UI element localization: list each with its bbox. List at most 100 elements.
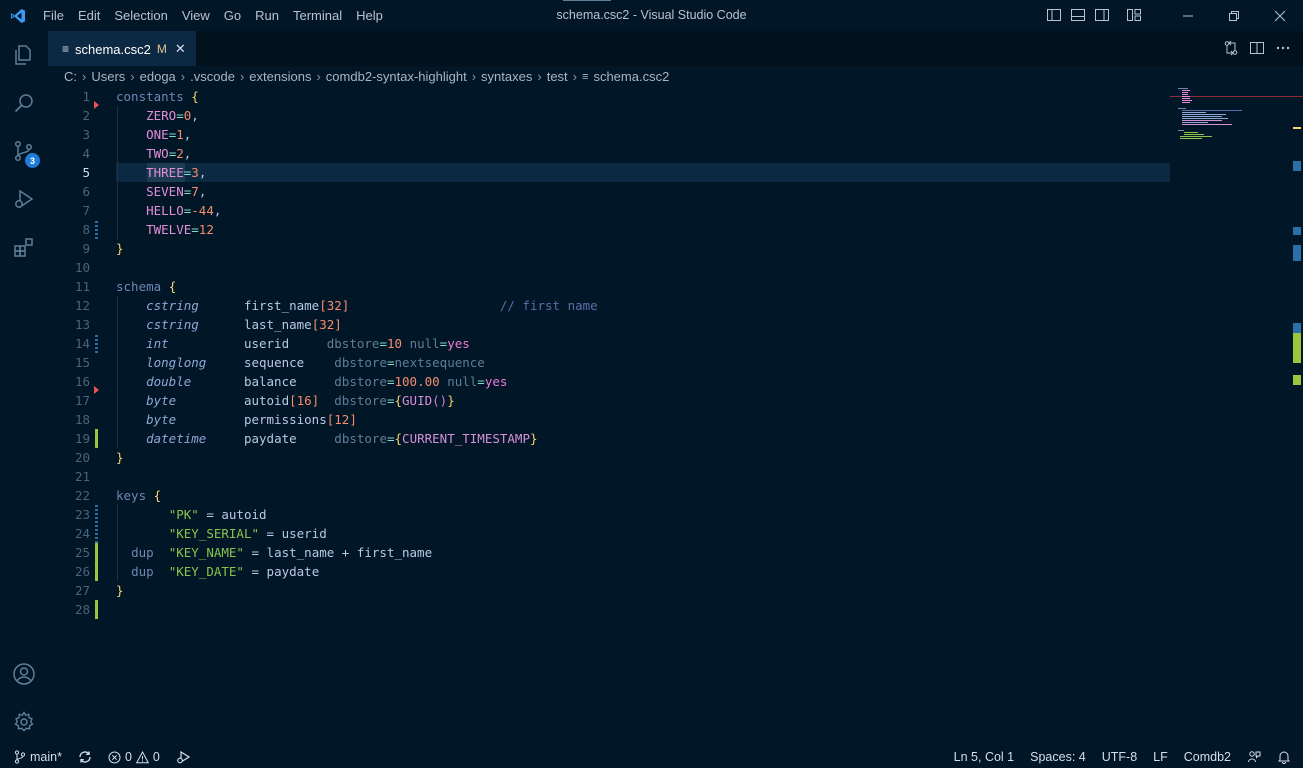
encoding[interactable]: UTF-8 — [1094, 746, 1145, 768]
extensions-icon[interactable] — [0, 223, 48, 271]
code-line-4: TWO=2, — [146, 146, 192, 161]
tab-label: schema.csc2 — [75, 41, 151, 57]
source-control-badge: 3 — [25, 153, 40, 168]
language-mode[interactable]: Comdb2 — [1176, 746, 1239, 768]
layout-controls — [1045, 6, 1143, 24]
feedback-icon[interactable] — [1239, 746, 1269, 768]
toggle-primary-sidebar-icon[interactable] — [1045, 6, 1063, 24]
vscode-logo-icon — [0, 0, 36, 31]
code-line-18: byte permissions[12] — [146, 412, 357, 427]
error-icon — [108, 751, 121, 763]
settings-gear-icon[interactable] — [0, 698, 48, 746]
code-editor[interactable]: 1 2 3 4 5 6 7 8 9 10 11 12 13 14 15 16 1… — [48, 87, 1303, 746]
line-number: 3 — [82, 127, 90, 142]
breadcrumb-syntaxes[interactable]: syntaxes — [481, 69, 532, 84]
restore-icon[interactable] — [1211, 0, 1257, 31]
file-lines-icon: ≡ — [582, 70, 589, 83]
git-added-marker[interactable] — [95, 429, 98, 448]
git-modified-marker[interactable] — [95, 220, 98, 239]
close-tab-icon[interactable]: ✕ — [175, 41, 186, 57]
git-deleted-marker[interactable] — [94, 386, 99, 394]
line-number-gutter: 1 2 3 4 5 6 7 8 9 10 11 12 13 14 15 16 1… — [48, 87, 100, 746]
breadcrumb-user[interactable]: edoga — [140, 69, 176, 84]
sync-icon[interactable] — [70, 746, 100, 768]
branch-indicator[interactable]: main* — [0, 746, 70, 768]
toggle-panel-icon[interactable] — [1069, 6, 1087, 24]
line-number: 24 — [74, 526, 90, 541]
explorer-icon[interactable] — [0, 31, 48, 79]
code-line-19: datetime paydate dbstore={CURRENT_TIMEST… — [146, 431, 538, 446]
open-changes-icon[interactable] — [1223, 39, 1239, 57]
code-area[interactable]: constants { ZERO=0, ONE=1, TWO=2, THREE=… — [116, 87, 1170, 746]
cursor-position[interactable]: Ln 5, Col 1 — [946, 746, 1022, 768]
chevron-right-icon: › — [130, 69, 135, 84]
minimap[interactable] — [1170, 87, 1303, 746]
code-line-11: schema { — [116, 279, 177, 294]
code-line-17: byte autoid[16] dbstore={GUID()} — [146, 393, 455, 408]
more-actions-icon[interactable] — [1275, 39, 1291, 57]
chevron-right-icon: › — [537, 69, 542, 84]
activity-bar: 3 — [0, 31, 48, 746]
line-number: 12 — [74, 298, 90, 313]
tab-bar: ≡ schema.csc2 M ✕ — [48, 31, 1303, 66]
code-line-6: SEVEN=7, — [146, 184, 207, 199]
line-number: 8 — [82, 222, 90, 237]
notifications-bell-icon[interactable] — [1269, 746, 1303, 768]
line-number: 4 — [82, 146, 90, 161]
window-controls — [1165, 0, 1303, 31]
line-number: 28 — [74, 602, 90, 617]
code-line-15: longlong sequence dbstore=nextsequence — [146, 355, 485, 370]
git-modified-marker[interactable] — [95, 334, 98, 353]
chevron-right-icon: › — [239, 69, 245, 84]
problems-indicator[interactable]: 0 0 — [100, 746, 168, 768]
close-window-icon[interactable] — [1257, 0, 1303, 31]
end-of-line[interactable]: LF — [1145, 746, 1176, 768]
customize-layout-icon[interactable] — [1125, 6, 1143, 24]
breadcrumb-users[interactable]: Users — [91, 69, 125, 84]
overview-ruler[interactable] — [1290, 87, 1303, 746]
tab-schema-csc2[interactable]: ≡ schema.csc2 M ✕ — [48, 31, 196, 66]
status-bar: main* 0 0 Ln 5, Col 1 Spaces: 4 UTF-8 LF… — [0, 746, 1303, 768]
menu-help[interactable]: Help — [349, 0, 390, 31]
source-control-icon[interactable]: 3 — [0, 127, 48, 175]
menu-go[interactable]: Go — [217, 0, 248, 31]
toggle-secondary-sidebar-icon[interactable] — [1093, 6, 1111, 24]
current-line-highlight — [116, 163, 1170, 182]
menu-bar: File Edit Selection View Go Run Terminal… — [36, 0, 390, 31]
split-editor-icon[interactable] — [1249, 39, 1265, 57]
breadcrumb-extensions[interactable]: extensions — [249, 69, 311, 84]
code-line-23: "PK" = autoid — [168, 507, 267, 522]
warning-count: 0 — [152, 750, 160, 764]
git-modified-marker[interactable] — [95, 505, 98, 543]
menu-view[interactable]: View — [175, 0, 217, 31]
breadcrumb-test[interactable]: test — [547, 69, 568, 84]
account-icon[interactable] — [0, 650, 48, 698]
ruler-marker — [1293, 323, 1301, 333]
debug-launch-icon[interactable] — [168, 746, 198, 768]
breadcrumb-drive[interactable]: C: — [64, 69, 77, 84]
breadcrumb-file[interactable]: schema.csc2 — [593, 69, 669, 84]
code-line-25: dup "KEY_NAME" = last_name + first_name — [131, 545, 433, 560]
indentation[interactable]: Spaces: 4 — [1022, 746, 1094, 768]
menu-file[interactable]: File — [36, 0, 71, 31]
menu-selection[interactable]: Selection — [107, 0, 174, 31]
menu-terminal[interactable]: Terminal — [286, 0, 349, 31]
breadcrumb-extension[interactable]: comdb2-syntax-highlight — [326, 69, 467, 84]
menu-run[interactable]: Run — [248, 0, 286, 31]
git-deleted-marker[interactable] — [94, 101, 99, 109]
code-line-2: ZERO=0, — [146, 108, 199, 123]
search-icon[interactable] — [0, 79, 48, 127]
menu-edit[interactable]: Edit — [71, 0, 107, 31]
run-debug-icon[interactable] — [0, 175, 48, 223]
warning-icon — [135, 750, 149, 763]
breadcrumb-vscode[interactable]: .vscode — [190, 69, 235, 84]
ruler-marker — [1293, 127, 1301, 129]
code-line-24: "KEY_SERIAL" = userid — [168, 526, 327, 541]
line-number: 2 — [82, 108, 90, 123]
git-added-marker[interactable] — [95, 600, 98, 619]
line-number: 10 — [74, 260, 90, 275]
minimize-icon[interactable] — [1165, 0, 1211, 31]
code-line-14: int userid dbstore=10 null=yes — [146, 336, 470, 351]
line-number: 15 — [74, 355, 90, 370]
git-added-marker[interactable] — [95, 543, 98, 581]
